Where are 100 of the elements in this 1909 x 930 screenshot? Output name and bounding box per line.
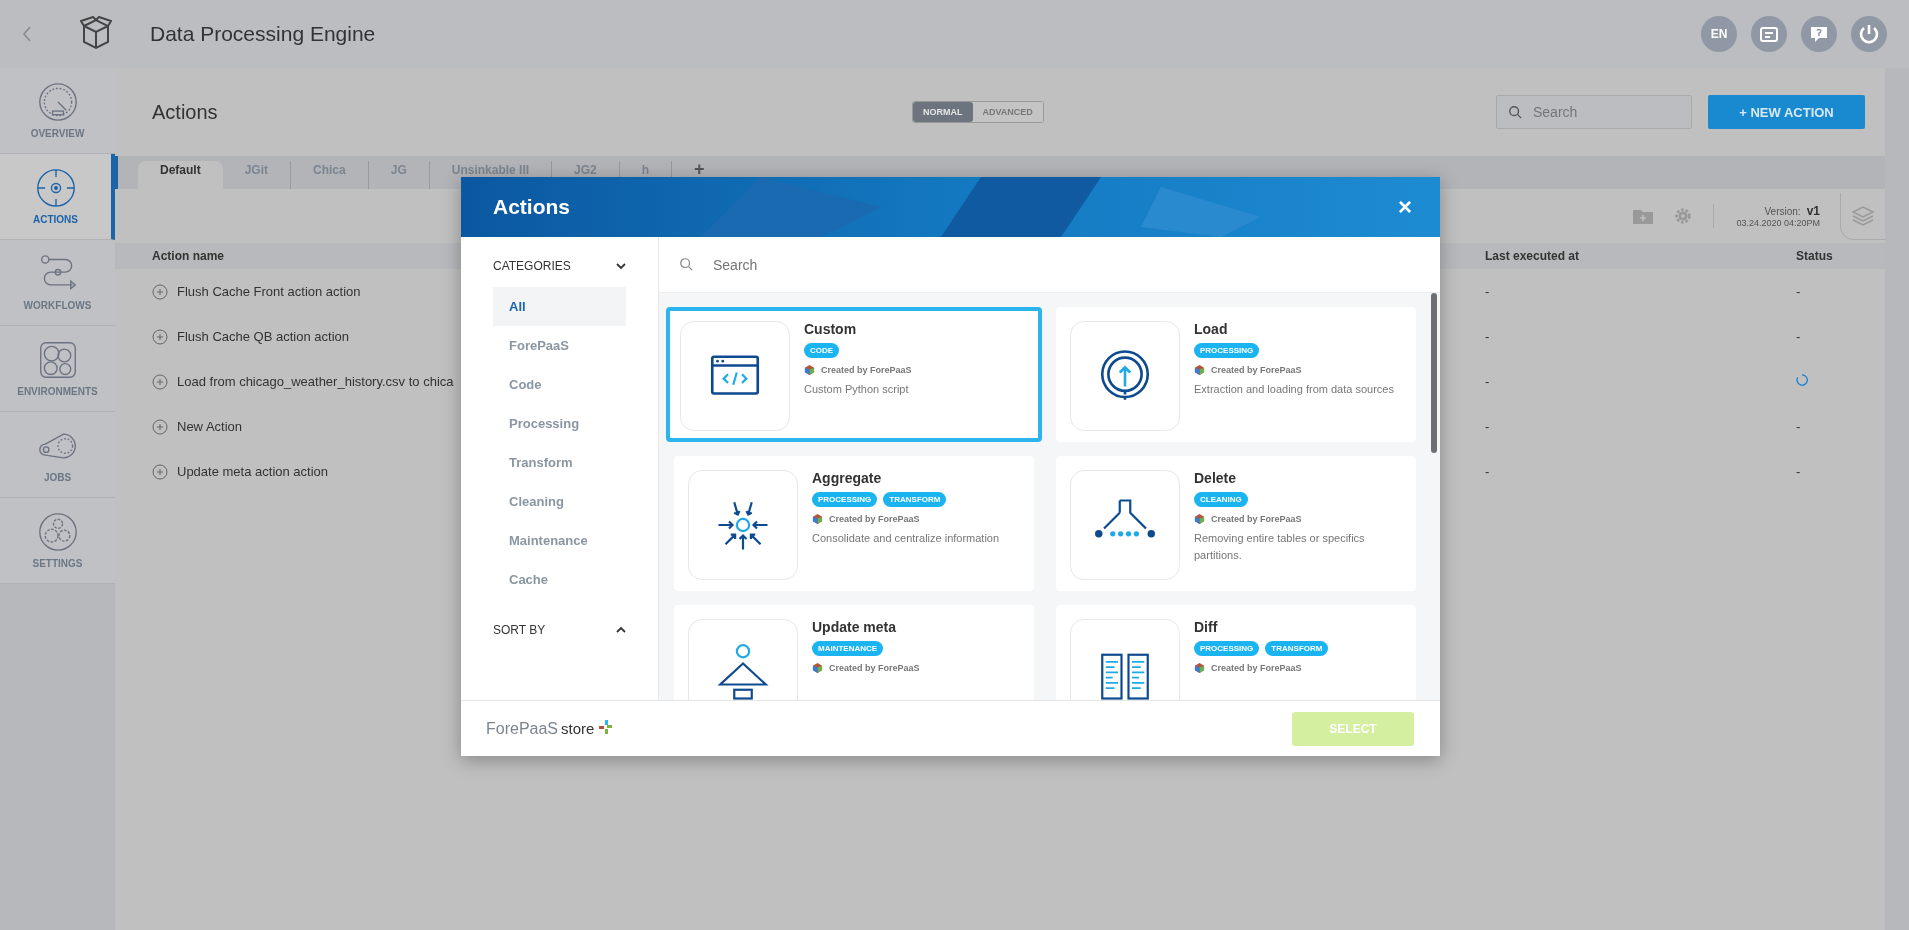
chevron-up-icon[interactable] — [616, 627, 626, 633]
table-cell-text: - — [1485, 464, 1491, 479]
column-header: Last executed at — [1485, 249, 1581, 263]
chevron-down-icon[interactable] — [616, 263, 626, 269]
table-cell: - — [1796, 419, 1801, 434]
table-cell-text: - — [1485, 419, 1491, 434]
add-tab-button[interactable]: + — [672, 161, 727, 189]
layers-icon — [1851, 203, 1875, 228]
app-title: Data Processing Engine — [150, 22, 376, 46]
version-label: Version: — [1764, 206, 1801, 217]
card-title: Update meta — [812, 619, 898, 635]
action-card[interactable]: Aggregate PROCESSING TRANSFORM Created by ForePaaS Consolidate and centralize information — [674, 456, 1034, 591]
card-description: Consolidate and centralize information — [812, 531, 1000, 546]
scrollbar[interactable] — [1431, 293, 1437, 453]
card-description: Custom Python script — [804, 382, 910, 397]
category-item[interactable]: Processing — [493, 404, 626, 443]
tab[interactable]: Default — [138, 161, 223, 189]
category-item[interactable]: Cache — [493, 560, 626, 599]
cube-logo-icon — [1194, 662, 1205, 673]
action-card[interactable]: Load PROCESSING Created by ForePaaS Extraction and loading from data sources — [1056, 307, 1416, 442]
folder-icon[interactable] — [1633, 207, 1654, 225]
category-item[interactable]: All — [493, 287, 626, 326]
sidebar-item[interactable]: ENVIRONMENTS — [0, 326, 115, 412]
expand-icon[interactable] — [152, 463, 168, 480]
creator-label: Created by ForePaaS — [821, 364, 912, 375]
id-card-icon[interactable] — [1751, 16, 1787, 52]
mode-toggle[interactable]: NORMAL — [913, 102, 973, 122]
creator-label: Created by ForePaaS — [1211, 513, 1302, 524]
store-word: store — [561, 719, 595, 737]
sidebar-item[interactable]: ACTIONS — [0, 154, 115, 240]
store-brand: ForePaaS — [486, 719, 559, 738]
category-item[interactable]: Maintenance — [493, 521, 626, 560]
card-description: Removing entire tables or specifics partitions. — [1194, 531, 1366, 563]
action-card[interactable]: Custom CODE Created by ForePaaS Custom Python script — [666, 307, 1042, 442]
card-description: Extraction and loading from data sources — [1194, 382, 1394, 397]
table-cell: Update meta action action — [177, 464, 329, 479]
expand-icon[interactable] — [152, 283, 168, 300]
creator-label: Created by ForePaaS — [1211, 364, 1302, 375]
section-heading: CATEGORIES — [493, 259, 571, 273]
sidebar-item[interactable]: SETTINGS — [0, 498, 115, 584]
target-icon — [35, 168, 76, 208]
category-tag: TRANSFORM — [883, 492, 947, 507]
creator-label: Created by ForePaaS — [829, 513, 920, 524]
table-cell: - — [1796, 329, 1801, 344]
category-item[interactable]: Code — [493, 365, 626, 404]
settings-icon[interactable] — [1673, 207, 1694, 225]
close-button[interactable]: × — [1398, 193, 1412, 221]
cube-logo-icon — [1194, 364, 1205, 375]
expand-icon[interactable] — [152, 418, 168, 435]
help-icon[interactable] — [1801, 16, 1837, 52]
action-card[interactable]: Delete CLEANING Created by ForePaaS Removing entire tables or specifics partitions. — [1056, 456, 1416, 591]
category-tag: CODE — [804, 343, 840, 358]
tab[interactable]: Chica — [291, 161, 369, 189]
version-value: v1 — [1806, 204, 1820, 218]
card-title: Aggregate — [812, 470, 883, 486]
creator-label: Created by ForePaaS — [829, 662, 920, 673]
modal-title: Actions — [493, 195, 570, 219]
table-cell: Load from chicago_weather_history.csv to chica — [177, 374, 454, 389]
table-cell: New Action — [177, 419, 243, 434]
card-title: Diff — [1194, 619, 1219, 635]
language-button[interactable]: EN — [1701, 16, 1737, 52]
category-item[interactable]: Transform — [493, 443, 626, 482]
tab[interactable]: JG — [368, 161, 430, 189]
page-title: Actions — [152, 100, 219, 124]
section-heading: SORT BY — [493, 623, 546, 637]
cells-icon — [37, 340, 78, 380]
category-tag: PROCESSING — [1194, 343, 1260, 358]
card-title: Delete — [1194, 470, 1238, 486]
layers-button[interactable] — [1840, 192, 1885, 240]
category-item[interactable]: ForePaaS — [493, 326, 626, 365]
table-cell: - — [1796, 284, 1801, 299]
sidebar-item[interactable]: JOBS — [0, 412, 115, 498]
search-icon — [1508, 105, 1522, 119]
category-tag: CLEANING — [1194, 492, 1248, 507]
action-card[interactable]: Diff PROCESSING TRANSFORM Created by ForePaaS — [1056, 605, 1416, 700]
sidebar-item[interactable]: OVERVIEW — [0, 68, 115, 154]
table-cell: - — [1796, 464, 1801, 479]
tab[interactable]: JGit — [222, 161, 291, 189]
cube-logo-icon — [812, 662, 823, 673]
expand-icon[interactable] — [152, 373, 168, 390]
back-icon[interactable] — [22, 26, 32, 42]
expand-icon[interactable] — [152, 328, 168, 345]
cube-logo-icon — [812, 513, 823, 524]
table-cell-text: - — [1485, 284, 1491, 299]
category-tag: PROCESSING — [812, 492, 878, 507]
creator-label: Created by ForePaaS — [1211, 662, 1302, 673]
category-tag: TRANSFORM — [1265, 641, 1329, 656]
search-field[interactable]: Search — [1496, 95, 1692, 129]
sidebar-item[interactable]: WORKFLOWS — [0, 240, 115, 326]
action-card[interactable]: Update meta MAINTENANCE Created by ForePaaS — [674, 605, 1034, 700]
table-cell-text: - — [1485, 374, 1491, 389]
power-icon[interactable] — [1851, 16, 1887, 52]
gauge-icon — [37, 82, 78, 122]
category-tag: PROCESSING — [1194, 641, 1260, 656]
category-item[interactable]: Cleaning — [493, 482, 626, 521]
table-cell: Flush Cache Front action action — [177, 284, 361, 299]
new-action-button[interactable]: + NEW ACTION — [1708, 95, 1865, 129]
mode-toggle[interactable]: ADVANCED — [972, 102, 1043, 122]
category-tag: MAINTENANCE — [812, 641, 884, 656]
table-cell-text: - — [1485, 329, 1491, 344]
